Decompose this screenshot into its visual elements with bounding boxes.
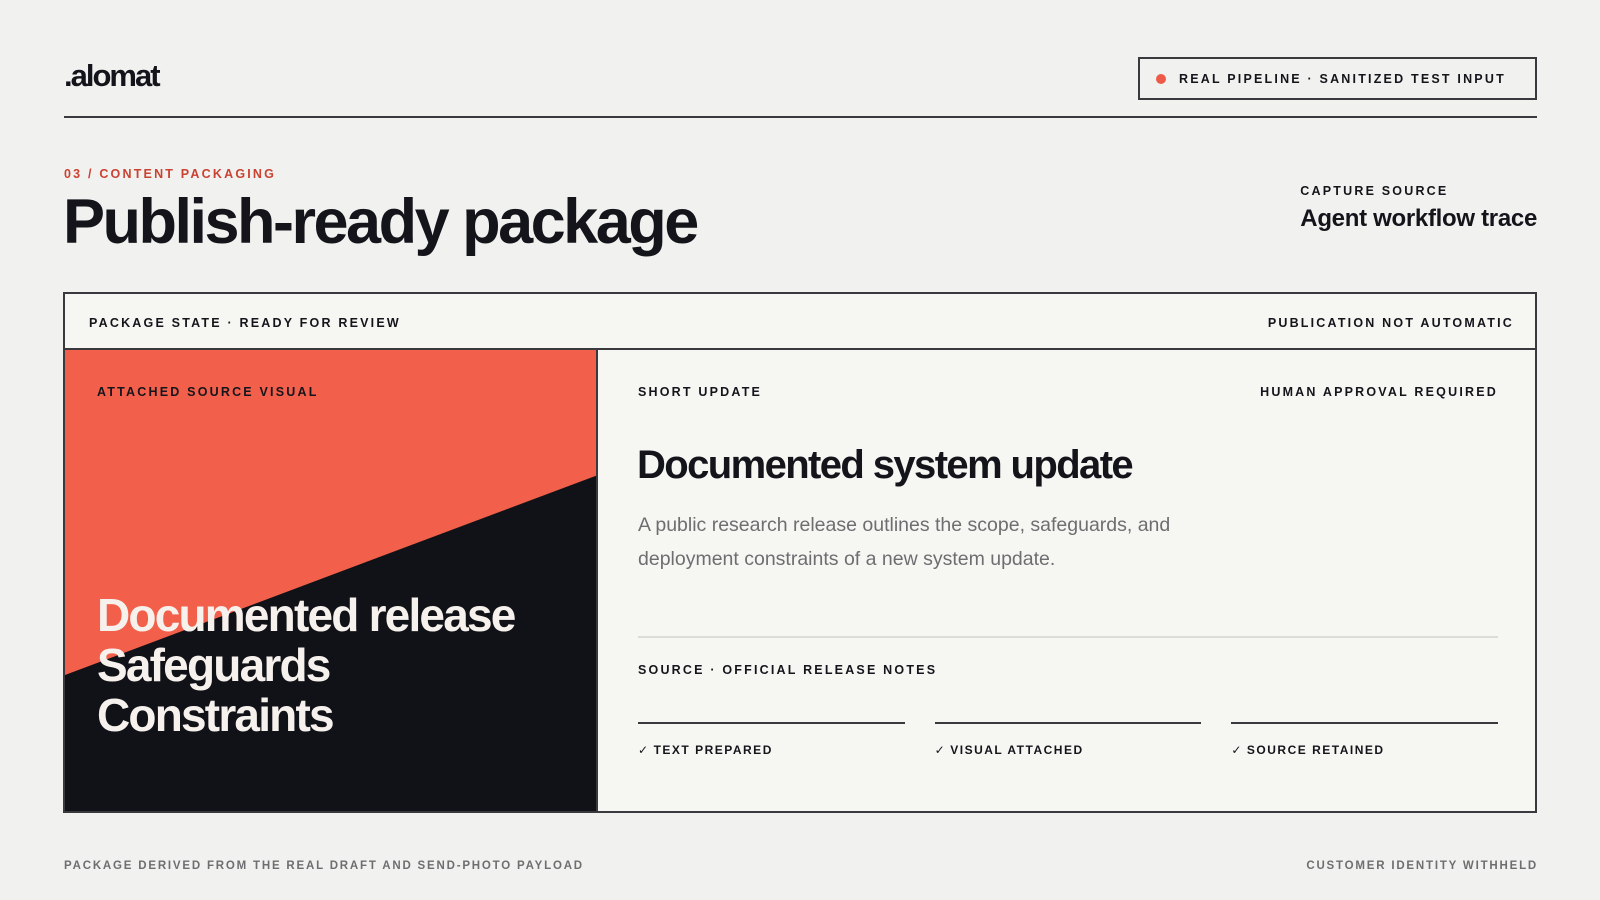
footer-derivation-note: PACKAGE DERIVED FROM THE REAL DRAFT AND … <box>64 860 584 872</box>
check-visual-attached: ✓ VISUAL ATTACHED <box>934 722 1202 757</box>
checkmark-icon: ✓ <box>638 743 650 757</box>
visual-text-block: Documented release Safeguards Constraint… <box>97 589 516 741</box>
update-kicker: SHORT UPDATE <box>638 385 763 399</box>
source-attribution: SOURCE · OFFICIAL RELEASE NOTES <box>638 663 938 677</box>
pipeline-status-text: REAL PIPELINE · SANITIZED TEST INPUT <box>1179 71 1506 86</box>
footer-privacy-note: CUSTOMER IDENTITY WITHHELD <box>1306 860 1538 872</box>
checkmark-icon: ✓ <box>1231 743 1243 757</box>
visual-line: Documented release <box>97 589 516 641</box>
short-update-card: SHORT UPDATE HUMAN APPROVAL REQUIRED Doc… <box>598 350 1535 811</box>
visual-diagonal-graphic <box>65 475 596 811</box>
attached-source-visual: ATTACHED SOURCE VISUAL Documented releas… <box>65 350 598 811</box>
visual-line: Constraints <box>97 689 335 741</box>
capture-source: CAPTURE SOURCE Agent workflow trace <box>1300 184 1537 233</box>
brand-logo: .alomat <box>64 58 161 93</box>
visual-line: Safeguards <box>97 639 331 691</box>
package-state: PACKAGE STATE · READY FOR REVIEW <box>89 316 401 330</box>
visual-label: ATTACHED SOURCE VISUAL <box>97 385 319 399</box>
top-header: .alomat REAL PIPELINE · SANITIZED TEST I… <box>64 56 1537 118</box>
check-label: TEXT PREPARED <box>653 743 773 757</box>
capture-source-value: Agent workflow trace <box>1300 205 1537 232</box>
divider <box>638 636 1498 638</box>
pipeline-status-badge: REAL PIPELINE · SANITIZED TEST INPUT <box>1138 57 1537 100</box>
readiness-checklist: ✓ TEXT PREPARED ✓ VISUAL ATTACHED ✓ SOURCE … <box>638 722 1499 757</box>
section-eyebrow: 03 / CONTENT PACKAGING <box>64 167 277 181</box>
page-title: Publish-ready package <box>63 187 699 257</box>
package-panel: PACKAGE STATE · READY FOR REVIEW PUBLICA… <box>63 292 1537 813</box>
check-text-prepared: ✓ TEXT PREPARED <box>638 722 905 757</box>
capture-source-label: CAPTURE SOURCE <box>1300 184 1449 198</box>
publication-note: PUBLICATION NOT AUTOMATIC <box>1267 316 1514 330</box>
approval-note: HUMAN APPROVAL REQUIRED <box>1260 385 1498 399</box>
package-status-bar: PACKAGE STATE · READY FOR REVIEW PUBLICA… <box>65 294 1535 350</box>
checkmark-icon: ✓ <box>934 743 947 757</box>
check-source-retained: ✓ SOURCE RETAINED <box>1231 722 1499 757</box>
update-summary: A public research release outlines the s… <box>638 514 1171 570</box>
update-headline: Documented system update <box>637 443 1134 487</box>
check-label: SOURCE RETAINED <box>1246 743 1385 757</box>
status-dot-icon <box>1156 73 1166 84</box>
check-label: VISUAL ATTACHED <box>950 743 1084 757</box>
